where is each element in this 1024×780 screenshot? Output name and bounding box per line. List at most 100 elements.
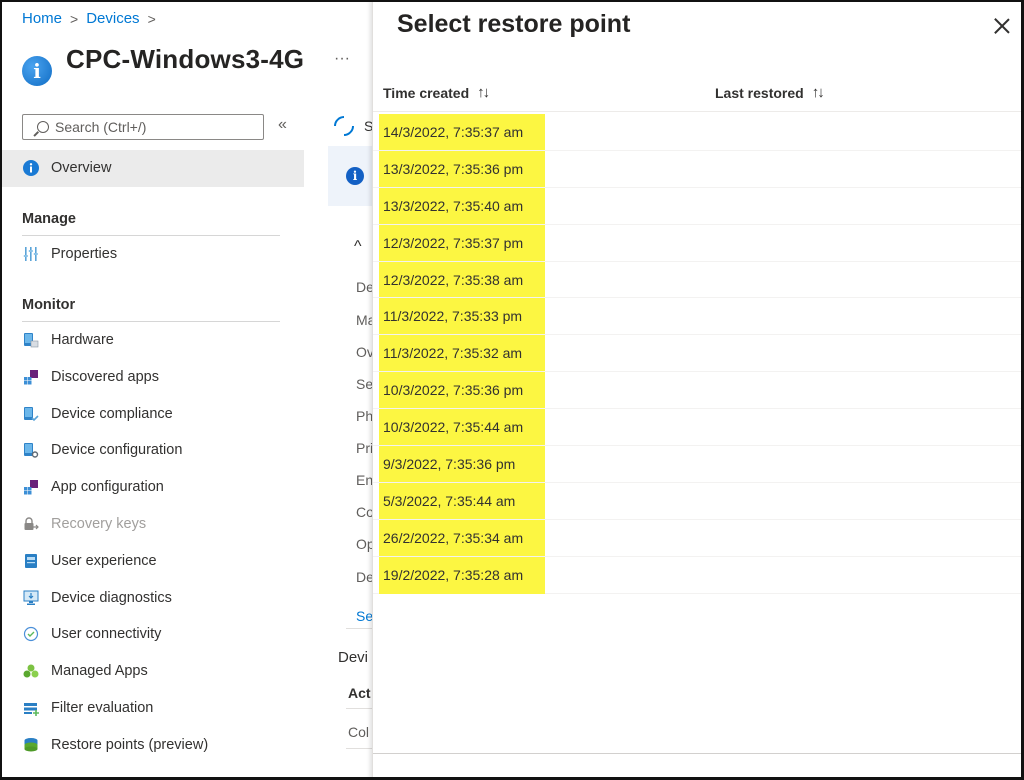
table-row[interactable]: 14/3/2022, 7:35:37 am	[373, 114, 1024, 151]
essentials-label: Ph	[356, 408, 374, 424]
sidebar-item-hardware[interactable]: Hardware	[0, 322, 304, 359]
column-label: Time created	[383, 84, 470, 101]
app-configuration-icon	[22, 478, 40, 496]
essentials-label: Se	[356, 376, 374, 392]
sidebar-item-restore-points[interactable]: Restore points (preview)	[0, 726, 304, 763]
overview-icon	[22, 159, 40, 177]
time-created-cell: 10/3/2022, 7:35:36 pm	[383, 382, 524, 399]
table-row[interactable]: 12/3/2022, 7:35:38 am	[373, 261, 1024, 299]
sidebar-item-filter-evaluation[interactable]: Filter evaluation	[0, 690, 304, 727]
see-more-link[interactable]: Se	[356, 608, 373, 624]
section-header: Devi	[338, 649, 369, 666]
properties-icon	[22, 245, 40, 263]
sidebar-item-label: Discovered apps	[51, 368, 159, 385]
sidebar-item-label: Device configuration	[51, 442, 183, 459]
sidebar-item-label: App configuration	[51, 479, 164, 496]
table-row[interactable]: 5/3/2022, 7:35:44 am	[373, 482, 1024, 520]
time-created-cell: 9/3/2022, 7:35:36 pm	[383, 455, 516, 472]
time-created-cell: 13/3/2022, 7:35:36 pm	[383, 160, 524, 177]
sidebar-item-label: User experience	[51, 552, 157, 569]
device-compliance-icon	[22, 405, 40, 423]
table-row[interactable]: 13/3/2022, 7:35:40 am	[373, 187, 1024, 225]
user-connectivity-icon	[22, 625, 40, 643]
time-created-cell: 10/3/2022, 7:35:44 am	[383, 419, 524, 436]
sidebar-item-device-configuration[interactable]: Device configuration	[0, 432, 304, 469]
sidebar-item-label: Recovery keys	[51, 515, 147, 532]
sidebar: Overview Manage Properties Monitor Hardw…	[0, 150, 304, 763]
sidebar-item-label: Overview	[51, 160, 112, 177]
table-row[interactable]: 19/2/2022, 7:35:28 am	[373, 556, 1024, 594]
time-created-cell: 12/3/2022, 7:35:38 am	[383, 271, 524, 288]
table-row[interactable]: 11/3/2022, 7:35:32 am	[373, 335, 1024, 373]
search-icon	[37, 121, 49, 133]
sync-icon	[329, 111, 359, 141]
sidebar-item-overview[interactable]: Overview	[0, 150, 304, 187]
breadcrumb-separator: >	[147, 10, 156, 27]
sidebar-item-label: Properties	[51, 246, 118, 263]
discovered-apps-icon	[22, 368, 40, 386]
recovery-keys-icon	[22, 515, 40, 533]
table-row[interactable]: 26/2/2022, 7:35:34 am	[373, 519, 1024, 557]
section-header-manage: Manage	[22, 210, 76, 227]
table-header: Time created ↑↓ Last restored ↑↓	[373, 76, 1024, 112]
page-title: CPC-Windows3-4G	[66, 44, 305, 74]
sidebar-item-label: Hardware	[51, 331, 114, 348]
table-cell: Col	[348, 724, 370, 740]
time-created-cell: 12/3/2022, 7:35:37 pm	[383, 234, 524, 251]
sidebar-item-user-experience[interactable]: User experience	[0, 542, 304, 579]
table-row[interactable]: 12/3/2022, 7:35:37 pm	[373, 224, 1024, 262]
close-icon[interactable]	[992, 16, 1012, 36]
table-row[interactable]: 10/3/2022, 7:35:36 pm	[373, 372, 1024, 410]
sidebar-item-app-configuration[interactable]: App configuration	[0, 469, 304, 506]
column-label: Last restored	[715, 84, 804, 101]
page-header: i CPC-Windows3-4G	[22, 44, 304, 86]
sort-icon[interactable]: ↑↓	[477, 84, 490, 101]
sidebar-item-label: Device compliance	[51, 405, 173, 422]
panel-title: Select restore point	[397, 10, 631, 38]
device-diagnostics-icon	[22, 589, 40, 607]
sidebar-item-label: Managed Apps	[51, 663, 148, 680]
info-icon: i	[346, 167, 364, 185]
time-created-cell: 14/3/2022, 7:35:37 am	[383, 123, 524, 140]
select-restore-point-panel: Select restore point Time created ↑↓ Las…	[372, 0, 1024, 780]
sidebar-item-label: Restore points (preview)	[51, 736, 209, 753]
panel-footer-divider	[373, 753, 1024, 754]
sidebar-item-managed-apps[interactable]: Managed Apps	[0, 653, 304, 690]
column-header-time-created[interactable]: Time created ↑↓	[383, 84, 490, 101]
breadcrumb-devices[interactable]: Devices	[86, 10, 139, 27]
table-row[interactable]: 13/3/2022, 7:35:36 pm	[373, 150, 1024, 188]
sidebar-item-device-compliance[interactable]: Device compliance	[0, 395, 304, 432]
table-row[interactable]: 11/3/2022, 7:35:33 pm	[373, 298, 1024, 336]
sort-icon[interactable]: ↑↓	[812, 84, 825, 101]
sidebar-item-properties[interactable]: Properties	[0, 236, 304, 273]
sidebar-item-recovery-keys: Recovery keys	[0, 506, 304, 543]
info-icon: i	[22, 56, 52, 86]
filter-evaluation-icon	[22, 699, 40, 717]
breadcrumb: Home > Devices >	[22, 10, 156, 27]
sidebar-item-user-connectivity[interactable]: User connectivity	[0, 616, 304, 653]
sidebar-item-label: User connectivity	[51, 626, 162, 643]
table-row[interactable]: 9/3/2022, 7:35:36 pm	[373, 446, 1024, 483]
sidebar-item-discovered-apps[interactable]: Discovered apps	[0, 358, 304, 395]
hardware-icon	[22, 331, 40, 349]
managed-apps-icon	[22, 662, 40, 680]
essentials-label: En	[356, 472, 374, 488]
restore-points-table: 14/3/2022, 7:35:37 am 13/3/2022, 7:35:36…	[373, 114, 1024, 594]
restore-points-icon	[22, 736, 40, 754]
collapse-sidebar-button[interactable]: «	[278, 116, 287, 134]
chevron-up-icon[interactable]: ^	[354, 238, 362, 256]
table-column-header: Act	[348, 685, 371, 701]
time-created-cell: 5/3/2022, 7:35:44 am	[383, 492, 516, 509]
time-created-cell: 11/3/2022, 7:35:33 pm	[383, 308, 523, 325]
search-placeholder: Search (Ctrl+/)	[55, 119, 147, 135]
table-row[interactable]: 10/3/2022, 7:35:44 am	[373, 409, 1024, 447]
breadcrumb-home[interactable]: Home	[22, 10, 62, 27]
search-input[interactable]: Search (Ctrl+/)	[22, 114, 264, 140]
user-experience-icon	[22, 552, 40, 570]
column-header-last-restored[interactable]: Last restored ↑↓	[715, 84, 825, 101]
device-configuration-icon	[22, 441, 40, 459]
sidebar-item-label: Filter evaluation	[51, 699, 154, 716]
sidebar-item-device-diagnostics[interactable]: Device diagnostics	[0, 579, 304, 616]
essentials-label: Pri	[356, 440, 374, 456]
time-created-cell: 26/2/2022, 7:35:34 am	[383, 529, 524, 546]
